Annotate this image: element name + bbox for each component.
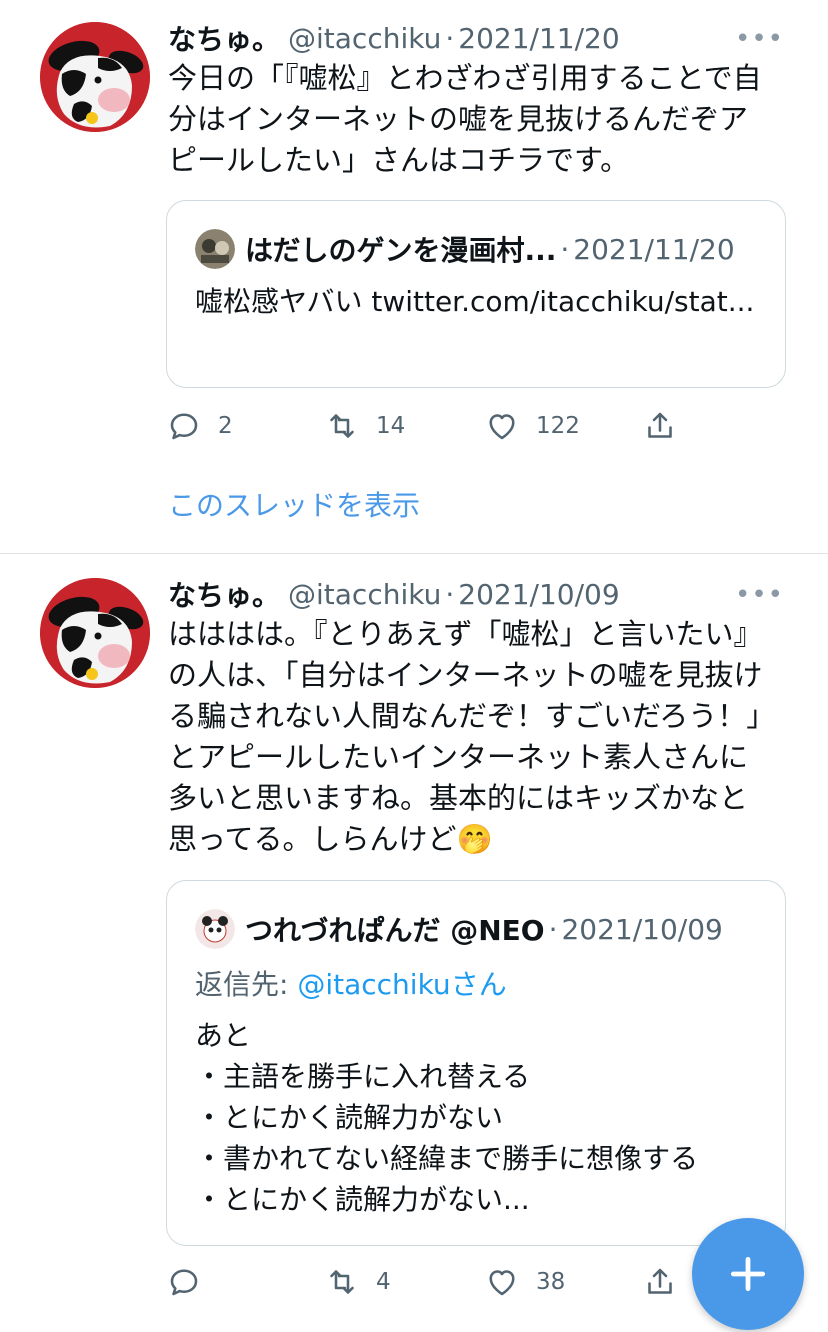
retweet-button[interactable]: 14 [324,404,405,448]
more-options-icon[interactable]: ••• [735,24,784,54]
separator-dot: · [445,21,455,55]
tweet-actions: 4 38 [166,1260,686,1304]
display-name[interactable]: なちゅ。 [168,18,280,58]
quoted-avatar [195,229,235,269]
replying-to: 返信先: @itacchikuさん [195,963,507,1003]
retweet-count: 14 [376,413,406,439]
quoted-text: 嘘松感ヤバい twitter.com/itacchiku/stat... [195,285,755,318]
replying-to-prefix: 返信先: [195,968,298,1001]
quoted-tweet[interactable]: つれづれぱんだ @NEO · 2021/10/09 返信先: @itacchik… [166,880,786,1246]
separator-dot: · [560,232,570,266]
quoted-date: 2021/10/09 [561,912,723,946]
separator-dot: · [445,577,455,611]
share-icon [648,412,672,438]
reply-icon [170,1269,198,1296]
retweet-icon [330,1270,354,1294]
tweet-2[interactable]: なちゅ。 @itacchiku · 2021/10/09 ••• はははは。『と… [0,574,828,1332]
panda-avatar-icon [195,909,235,949]
quoted-tweet-header: はだしのゲンを漫画村... · 2021/11/20 [195,227,735,271]
quoted-display-name: つれづれぱんだ @NEO [245,914,545,947]
reply-button[interactable]: 2 [166,404,233,448]
avatar[interactable] [40,578,150,688]
like-count: 122 [536,413,580,439]
tweet-divider [0,553,828,554]
reply-count: 2 [218,413,233,439]
show-thread-link[interactable]: このスレッドを表示 [168,484,420,524]
tweet-text: はははは。『とりあえず「嘘松」と言いたい』の人は、「自分はインターネットの嘘を見… [168,614,768,860]
quoted-text: あと ・主語を勝手に入れ替える ・とにかく読解力がない ・書かれてない経緯まで勝… [195,1019,699,1216]
quoted-display-name: はだしのゲンを漫画村... [245,234,557,267]
retweet-count: 4 [376,1269,391,1295]
cow-avatar-icon [40,578,150,688]
quoted-tweet[interactable]: はだしのゲンを漫画村... · 2021/11/20 嘘松感ヤバい twitte… [166,200,786,388]
reply-button[interactable] [166,1260,218,1304]
separator-dot: · [548,912,558,946]
tweet-date[interactable]: 2021/11/20 [458,22,619,55]
tweet-actions: 2 14 122 [166,404,686,448]
user-handle[interactable]: @itacchiku [288,578,441,611]
replying-to-handle[interactable]: @itacchiku [297,968,450,1001]
like-button[interactable]: 38 [484,1260,565,1304]
user-handle[interactable]: @itacchiku [288,22,441,55]
tweet-header: なちゅ。 @itacchiku · 2021/10/09 [168,574,620,614]
tweet-text: 今日の「『嘘松』とわざわざ引用することで自分はインターネットの嘘を見抜けるんだぞ… [168,61,762,177]
cow-avatar-icon [40,22,150,132]
compose-tweet-button[interactable] [692,1218,804,1330]
quoted-tweet-header: つれづれぱんだ @NEO · 2021/10/09 [195,907,723,951]
avatar[interactable] [40,22,150,132]
manga-avatar-icon [195,229,235,269]
quoted-date: 2021/11/20 [573,232,735,266]
share-icon [648,1268,672,1294]
like-button[interactable]: 122 [484,404,580,448]
more-options-icon[interactable]: ••• [735,580,784,610]
reply-icon [170,413,198,440]
replying-to-suffix: さん [450,968,507,1001]
heart-icon [489,1270,515,1296]
quoted-avatar [195,909,235,949]
tweet-header: なちゅ。 @itacchiku · 2021/11/20 [168,18,620,58]
plus-icon [730,1256,766,1292]
tweet-text-body: はははは。『とりあえず「嘘松」と言いたい』の人は、「自分はインターネットの嘘を見… [168,617,763,856]
retweet-button[interactable]: 4 [324,1260,391,1304]
display-name[interactable]: なちゅ。 [168,574,280,614]
tweet-1[interactable]: なちゅ。 @itacchiku · 2021/11/20 ••• 今日の「『嘘松… [0,18,828,548]
hand-over-mouth-emoji: 🤭 [456,822,493,856]
like-count: 38 [536,1269,566,1295]
heart-icon [489,414,515,440]
share-button[interactable] [642,1260,694,1304]
tweet-date[interactable]: 2021/10/09 [458,578,619,611]
share-button[interactable] [642,404,694,448]
retweet-icon [330,414,354,438]
